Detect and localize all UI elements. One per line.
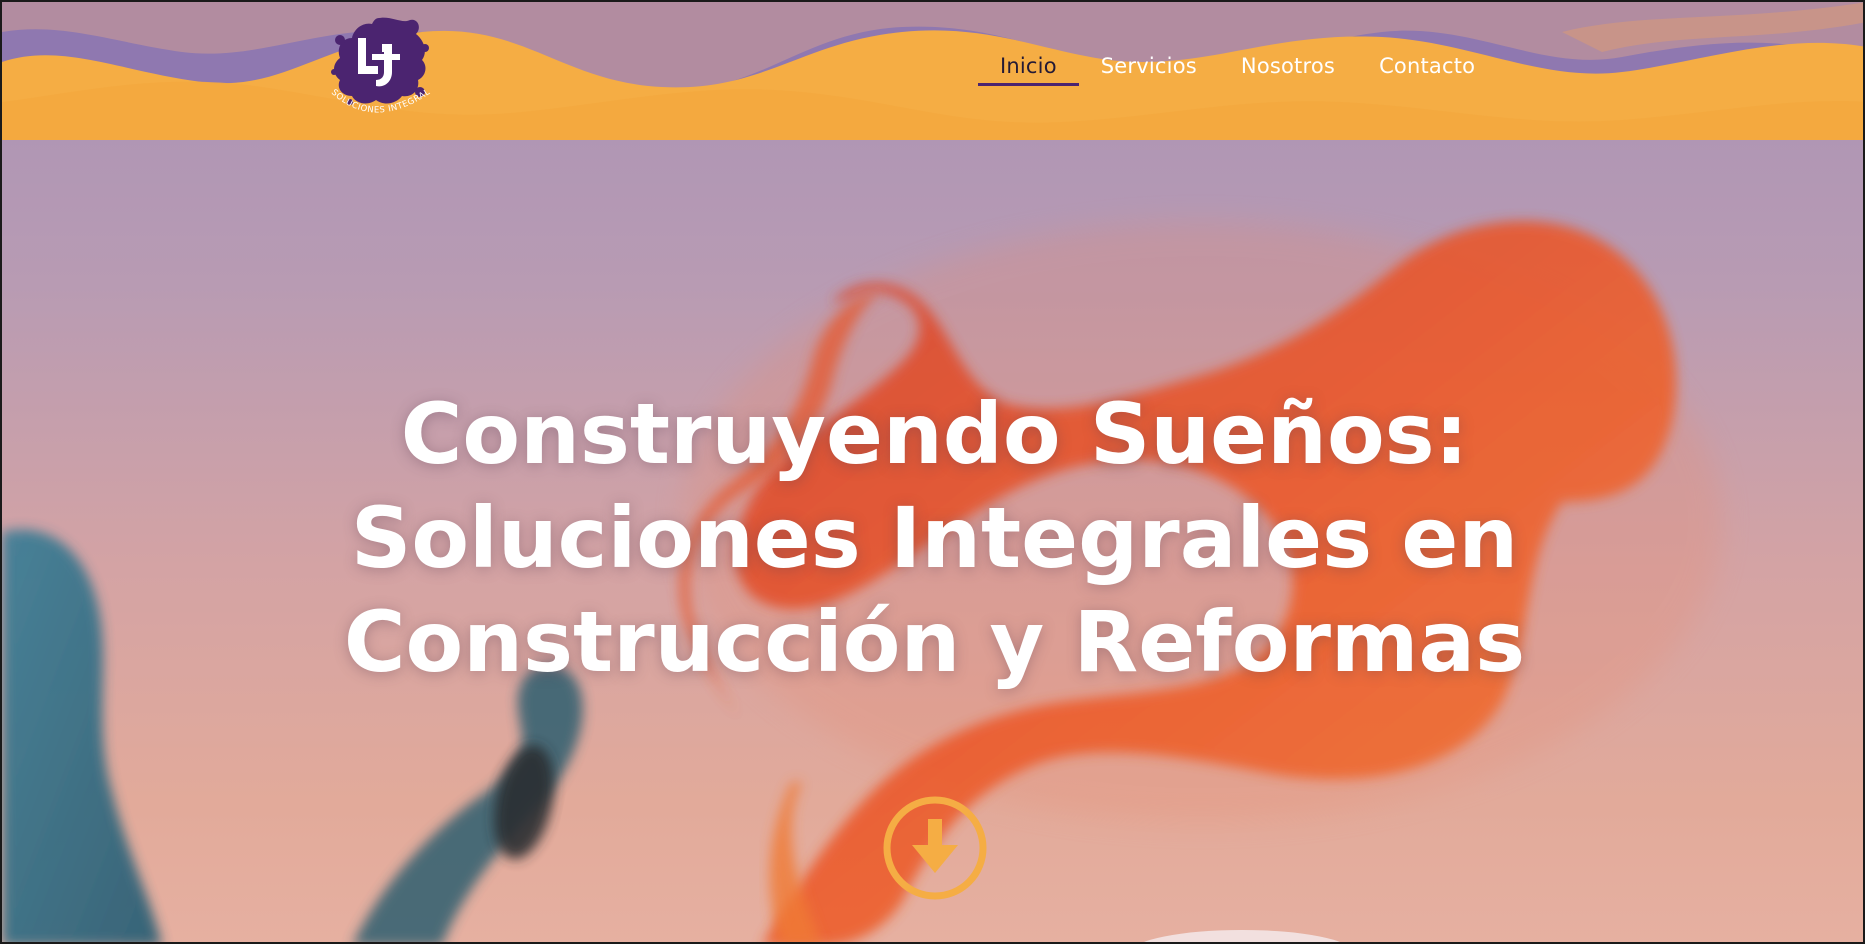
- logo-text: SOLUCIONES INTEGRALES: [320, 10, 432, 116]
- header-wave-background: [2, 2, 1863, 140]
- arrow-down-circle-icon: [883, 796, 987, 900]
- nav-item-servicios[interactable]: Servicios: [1079, 50, 1219, 86]
- scroll-down-button[interactable]: [882, 795, 988, 901]
- hero-headline-line-2: Soluciones Integrales en: [350, 489, 1519, 587]
- hero-headline-line-1: Construyendo Sueños:: [400, 385, 1469, 483]
- logo-text-arc: SOLUCIONES INTEGRALES: [320, 10, 432, 116]
- page: SOLUCIONES INTEGRALES Inicio Servicios N…: [0, 0, 1865, 944]
- nav-item-nosotros[interactable]: Nosotros: [1219, 50, 1357, 86]
- nav-item-contacto[interactable]: Contacto: [1357, 50, 1497, 86]
- brand-logo[interactable]: SOLUCIONES INTEGRALES: [320, 10, 438, 128]
- nav-item-inicio[interactable]: Inicio: [978, 50, 1079, 86]
- hero-headline-line-3: Construcción y Reformas: [343, 593, 1526, 691]
- hero-headline: Construyendo Sueños: Soluciones Integral…: [2, 382, 1863, 694]
- site-header: SOLUCIONES INTEGRALES Inicio Servicios N…: [2, 2, 1863, 140]
- svg-text:SOLUCIONES INTEGRALES: SOLUCIONES INTEGRALES: [320, 10, 432, 116]
- main-nav: Inicio Servicios Nosotros Contacto: [978, 50, 1497, 86]
